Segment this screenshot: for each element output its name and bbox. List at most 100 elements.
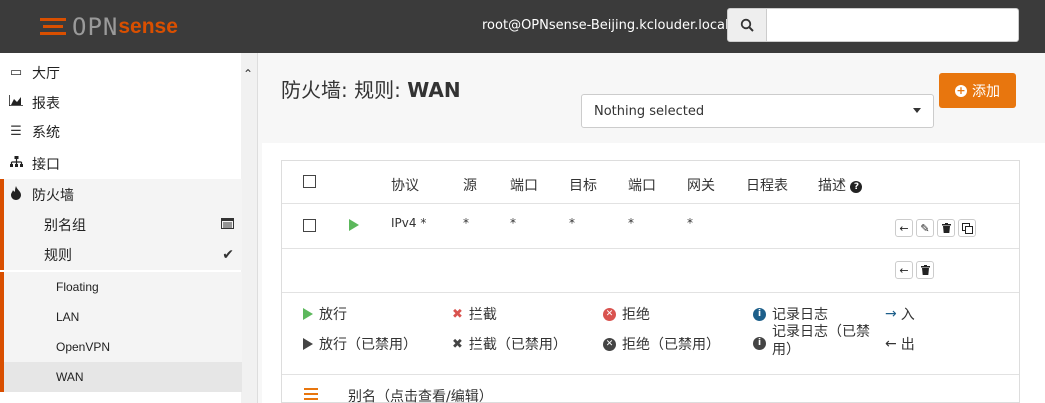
rule-source: *: [463, 216, 469, 230]
search-button[interactable]: [727, 8, 767, 42]
check-icon: ✔: [222, 247, 234, 263]
sidebar-scrollbar[interactable]: ⌃: [241, 53, 257, 403]
column-header-gateway[interactable]: 网关: [687, 175, 715, 195]
info-circle-icon: i: [753, 336, 766, 350]
sidebar-item-lobby[interactable]: ▭ 大厅: [0, 57, 242, 88]
sidebar-item-label: 接口: [32, 156, 60, 173]
column-header-schedule[interactable]: 日程表: [746, 175, 788, 195]
add-rule-button[interactable]: + 添加: [939, 73, 1016, 108]
legend-label: 记录日志（已禁 用）: [772, 323, 870, 359]
legend-reject: ✕ 拒绝: [603, 304, 650, 324]
sidebar-item-label: 报表: [32, 95, 60, 112]
row-divider: [282, 292, 1019, 293]
legend-label: 入: [900, 307, 915, 323]
legend-label: 放行: [319, 307, 347, 323]
question-circle-icon[interactable]: ?: [850, 181, 863, 193]
column-header-destination-port[interactable]: 端口: [628, 175, 656, 195]
sidebar-item-system[interactable]: ☰ 系统: [0, 116, 242, 147]
arrow-left-icon: ←: [899, 221, 909, 235]
plus-circle-icon: +: [955, 83, 967, 97]
caret-down-icon: [913, 108, 921, 113]
area-chart-icon: [8, 95, 24, 110]
legend-out: ← 出: [885, 334, 915, 354]
sidebar-item-label: Floating: [56, 280, 99, 294]
times-circle-icon: ✕: [603, 337, 616, 351]
arrow-left-icon: ←: [899, 263, 909, 277]
legend-label: 记录日志: [772, 307, 828, 323]
legend-label-line: 记录日志（已禁: [772, 324, 870, 340]
legend-label: 拒绝: [622, 307, 650, 323]
sidebar-item-lan[interactable]: LAN: [0, 302, 242, 332]
legend-label-line: 用）: [772, 342, 800, 358]
legend-label: 出: [900, 337, 915, 353]
play-icon: [303, 338, 313, 350]
search-input[interactable]: [766, 8, 1019, 42]
move-end-button[interactable]: ←: [895, 261, 913, 279]
sidebar-item-label: 防火墙: [32, 187, 74, 204]
sidebar-item-interfaces[interactable]: 接口: [0, 148, 242, 179]
sidebar-item-label: 规则: [44, 248, 72, 264]
sidebar-item-rules[interactable]: 规则 ✔: [0, 240, 242, 270]
opnsense-logo[interactable]: OPN sense: [40, 12, 178, 42]
sidebar-item-firewall[interactable]: 防火墙: [0, 179, 242, 210]
legend-block-disabled: ✖ 拦截（已禁用）: [452, 334, 567, 354]
add-button-label: 添加: [972, 83, 1000, 100]
laptop-icon: ▭: [9, 65, 23, 80]
times-icon: ✖: [452, 306, 463, 322]
sidebar-item-floating[interactable]: Floating: [0, 272, 242, 302]
edit-rule-button[interactable]: ✎: [916, 219, 934, 237]
select-value: Nothing selected: [594, 103, 705, 119]
sidebar-item-openvpn[interactable]: OpenVPN: [0, 332, 242, 362]
interface-select[interactable]: Nothing selected: [581, 94, 934, 128]
sidebar-item-wan[interactable]: WAN: [0, 362, 242, 392]
scroll-up-icon[interactable]: ⌃: [243, 67, 253, 81]
legend-pass-disabled: 放行（已禁用）: [303, 334, 417, 354]
trash-icon: [941, 223, 951, 233]
pass-rule-icon[interactable]: [349, 219, 359, 231]
fire-icon: [8, 185, 24, 204]
sidebar-item-aliases[interactable]: 别名组: [0, 210, 242, 240]
column-header-source-port[interactable]: 端口: [510, 175, 538, 195]
search-icon: [740, 18, 754, 32]
rule-row-checkbox[interactable]: [303, 219, 316, 232]
rule-protocol: IPv4 *: [391, 216, 427, 230]
column-header-description[interactable]: 描述 ?: [818, 175, 863, 195]
legend-label: 放行（已禁用）: [319, 337, 417, 353]
row-divider: [282, 248, 1019, 249]
arrow-left-icon: ←: [885, 336, 897, 352]
times-icon: ✖: [452, 336, 463, 352]
legend-log: i 记录日志: [753, 304, 828, 324]
delete-selected-button[interactable]: [916, 261, 934, 279]
rule-source-port: *: [510, 216, 516, 230]
legend-log-disabled: i 记录日志（已禁 用）: [753, 323, 870, 359]
legend-block: ✖ 拦截: [452, 304, 497, 324]
alias-link[interactable]: 别名（点击查看/编辑）: [348, 386, 493, 403]
page-title-prefix: 防火墙: 规则:: [281, 78, 408, 102]
page-title-interface: WAN: [407, 78, 461, 102]
move-before-button[interactable]: ←: [895, 219, 913, 237]
rule-destination: *: [569, 216, 575, 230]
clone-icon: [961, 222, 973, 234]
clone-rule-button[interactable]: [958, 219, 976, 237]
sidebar-item-label: 别名组: [44, 218, 86, 234]
column-header-destination[interactable]: 目标: [569, 175, 597, 195]
user-host-label[interactable]: root@OPNsense-Beijing.kclouder.local: [482, 18, 729, 33]
sidebar-item-label: 系统: [32, 124, 60, 141]
column-header-protocol[interactable]: 协议: [391, 175, 419, 195]
list-alt-icon: [221, 217, 234, 233]
legend-label: 拒绝（已禁用）: [622, 337, 720, 353]
sidebar-item-reporting[interactable]: 报表: [0, 87, 242, 118]
sidebar-item-label: WAN: [56, 370, 84, 384]
list-icon: [304, 388, 318, 400]
legend-pass: 放行: [303, 304, 347, 324]
column-header-source[interactable]: 源: [463, 175, 477, 195]
logo-text-sense: sense: [118, 15, 178, 38]
rule-destination-port: *: [628, 216, 634, 230]
select-all-checkbox[interactable]: [303, 175, 316, 188]
legend-in: → 入: [885, 304, 915, 324]
pencil-icon: ✎: [920, 221, 930, 235]
opnsense-logo-mark: [40, 16, 66, 38]
rule-gateway: *: [687, 216, 693, 230]
delete-rule-button[interactable]: [937, 219, 955, 237]
legend-reject-disabled: ✕ 拒绝（已禁用）: [603, 334, 720, 354]
